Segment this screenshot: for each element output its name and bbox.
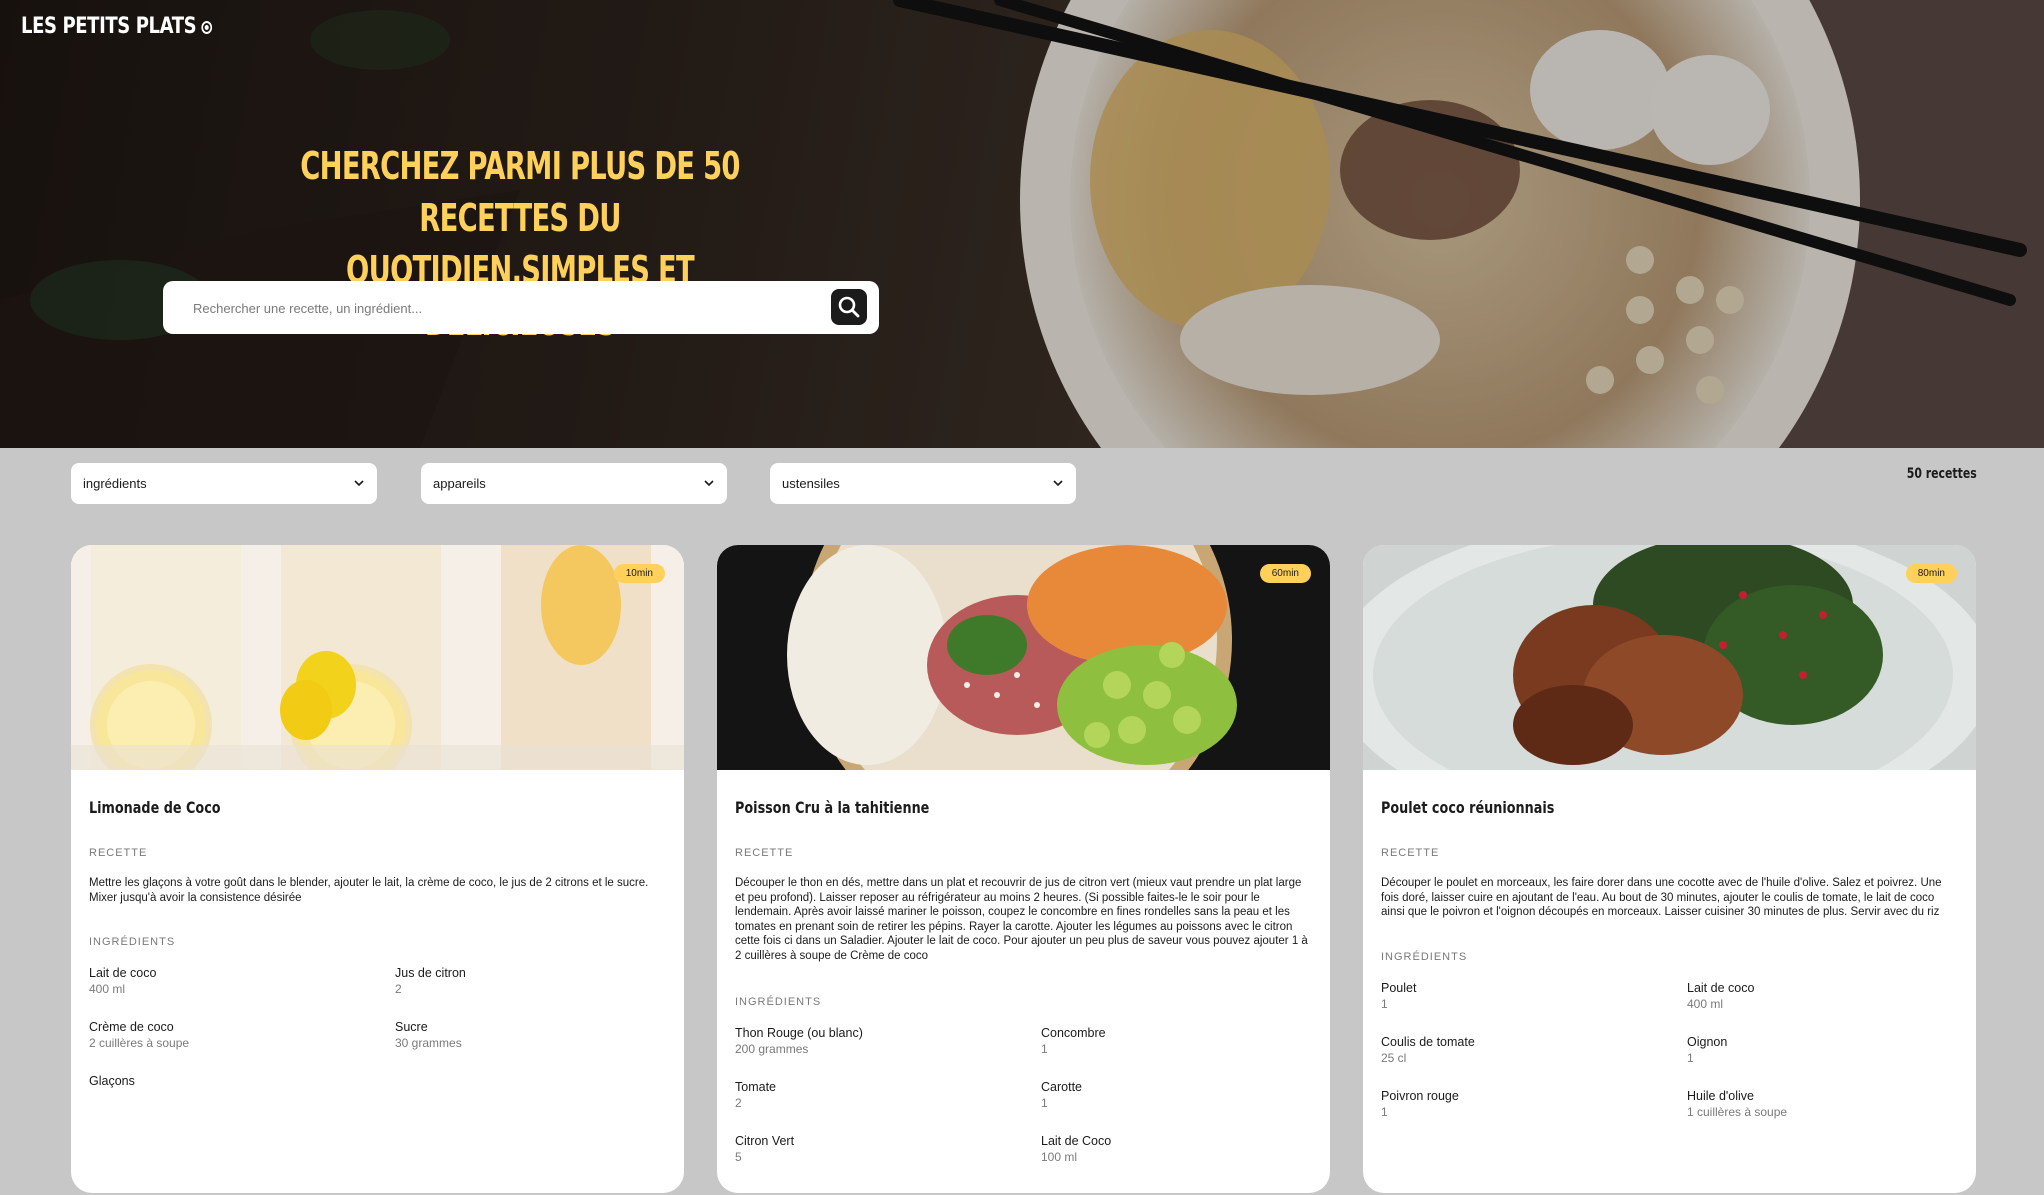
ingredient-quantity: 1: [1041, 1042, 1048, 1056]
ingredient-item: Poulet 1: [1381, 980, 1687, 1012]
ingredient-name: Lait de coco: [1687, 981, 1755, 995]
ingredient-quantity: 400 ml: [1687, 997, 1724, 1011]
logo-circle-icon: [201, 21, 212, 34]
recipe-time-badge: 80min: [1905, 564, 1957, 583]
ingredient-name: Jus de citron: [395, 966, 466, 980]
ingredients-section-label: INGRÉDIENTS: [1381, 951, 1468, 963]
ingredient-name: Oignon: [1687, 1035, 1728, 1049]
filter-label: ustensiles: [782, 476, 840, 491]
ingredient-item: Huile d'olive 1 cuillères à soupe: [1687, 1088, 1958, 1120]
ingredient-name: Glaçons: [89, 1074, 135, 1088]
ingredient-quantity: 2 cuillères à soupe: [89, 1036, 190, 1050]
ingredient-item: Coulis de tomate 25 cl: [1381, 1034, 1687, 1066]
ingredient-name: Huile d'olive: [1687, 1089, 1755, 1103]
chevron-down-icon: [354, 480, 364, 487]
recipe-card[interactable]: 80min Poulet coco réunionnais RECETTE Dé…: [1363, 545, 1976, 1193]
ingredient-name: Citron Vert: [735, 1134, 795, 1148]
ingredient-quantity: 5: [735, 1150, 742, 1164]
headline-line-1: Cherchez parmi plus de 50 recettes du: [300, 144, 740, 240]
filter-ustensiles-dropdown[interactable]: ustensiles: [770, 463, 1076, 504]
ingredient-quantity: 1: [1687, 1051, 1694, 1065]
ingredient-name: Lait de Coco: [1041, 1134, 1112, 1148]
ingredients-section-label: INGRÉDIENTS: [735, 996, 822, 1008]
ingredient-item: Citron Vert 5: [735, 1133, 1041, 1165]
ingredient-item: Concombre 1: [1041, 1025, 1312, 1057]
recipe-description: Découper le thon en dés, mettre dans un …: [735, 877, 1308, 962]
recipe-title: Limonade de Coco: [89, 798, 221, 817]
filter-label: ingrédients: [83, 476, 147, 491]
recipe-card[interactable]: 60min Poisson Cru à la tahitienne RECETT…: [717, 545, 1330, 1193]
ingredient-item: Lait de coco 400 ml: [89, 965, 395, 997]
ingredient-quantity: 30 grammes: [395, 1036, 462, 1050]
chevron-down-icon: [704, 480, 714, 487]
ingredient-item: Tomate 2: [735, 1079, 1041, 1111]
ingredient-name: Crème de coco: [89, 1020, 174, 1034]
ingredient-quantity: 1: [1381, 1105, 1388, 1119]
recipe-time-badge: 10min: [613, 564, 665, 583]
recipe-section-label: RECETTE: [1381, 847, 1440, 859]
recipe-section-label: RECETTE: [89, 847, 148, 859]
recipe-image: [1363, 545, 1976, 770]
ingredient-name: Coulis de tomate: [1381, 1035, 1475, 1049]
ingredient-quantity: 100 ml: [1041, 1150, 1078, 1164]
ingredient-quantity: 2: [735, 1096, 742, 1110]
filter-ingredients-dropdown[interactable]: ingrédients: [71, 463, 377, 504]
ingredient-name: Carotte: [1041, 1080, 1082, 1094]
ingredient-quantity: 2: [395, 982, 402, 996]
recipe-title: Poulet coco réunionnais: [1381, 798, 1555, 817]
ingredient-name: Poivron rouge: [1381, 1089, 1459, 1103]
ingredients-list: Lait de coco 400 ml Jus de citron 2 Crème …: [89, 965, 666, 1089]
recipe-description: Mettre les glaçons à votre goût dans le …: [89, 877, 649, 904]
ingredient-quantity: 400 ml: [89, 982, 126, 996]
ingredients-list: Thon Rouge (ou blanc) 200 grammes Concomb…: [735, 1025, 1312, 1165]
recipe-time-badge: 60min: [1259, 564, 1311, 583]
ingredient-name: Concombre: [1041, 1026, 1106, 1040]
ingredient-quantity: 1: [1041, 1096, 1048, 1110]
ingredient-item: Carotte 1: [1041, 1079, 1312, 1111]
ingredient-item: Glaçons: [89, 1073, 395, 1089]
search-bar: [163, 281, 879, 334]
recipe-count: 50 recettes: [1906, 466, 1977, 482]
ingredient-name: Lait de coco: [89, 966, 157, 980]
ingredient-item: Lait de Coco 100 ml: [1041, 1133, 1312, 1165]
ingredient-item: Lait de coco 400 ml: [1687, 980, 1958, 1012]
ingredient-name: Sucre: [395, 1020, 428, 1034]
search-icon: [838, 296, 860, 318]
hero-banner: LES PETITS PLATS Cherchez parmi plus de …: [0, 0, 2044, 448]
ingredients-list: Poulet 1 Lait de coco 400 ml Coulis de tom…: [1381, 980, 1958, 1120]
ingredient-name: Poulet: [1381, 981, 1417, 995]
ingredient-item: Thon Rouge (ou blanc) 200 grammes: [735, 1025, 1041, 1057]
filter-label: appareils: [433, 476, 486, 491]
ingredients-section-label: INGRÉDIENTS: [89, 936, 176, 948]
ingredient-quantity: 25 cl: [1381, 1051, 1407, 1065]
ingredient-item: Jus de citron 2: [395, 965, 666, 997]
recipe-card[interactable]: 10min Limonade de Coco RECETTE Mettre le…: [71, 545, 684, 1193]
ingredient-item: Crème de coco 2 cuillères à soupe: [89, 1019, 395, 1051]
search-input[interactable]: [193, 297, 773, 319]
recipe-image: [717, 545, 1330, 770]
ingredient-item: Oignon 1: [1687, 1034, 1958, 1066]
recipe-image: [71, 545, 684, 770]
recipe-section-label: RECETTE: [735, 847, 794, 859]
ingredient-item: Poivron rouge 1: [1381, 1088, 1687, 1120]
ingredient-quantity: 200 grammes: [735, 1042, 809, 1056]
ingredient-item: Sucre 30 grammes: [395, 1019, 666, 1051]
ingredient-name: Tomate: [735, 1080, 776, 1094]
ingredient-quantity: 1: [1381, 997, 1388, 1011]
ingredient-name: Thon Rouge (ou blanc): [735, 1026, 863, 1040]
logo-text: LES PETITS PLATS: [21, 14, 197, 39]
chevron-down-icon: [1053, 480, 1063, 487]
site-logo[interactable]: LES PETITS PLATS: [21, 14, 212, 39]
filter-appareils-dropdown[interactable]: appareils: [421, 463, 727, 504]
ingredient-quantity: 1 cuillères à soupe: [1687, 1105, 1788, 1119]
search-button[interactable]: [831, 289, 867, 325]
recipe-title: Poisson Cru à la tahitienne: [735, 798, 930, 817]
recipe-description: Découper le poulet en morceaux, les fair…: [1381, 877, 1942, 919]
